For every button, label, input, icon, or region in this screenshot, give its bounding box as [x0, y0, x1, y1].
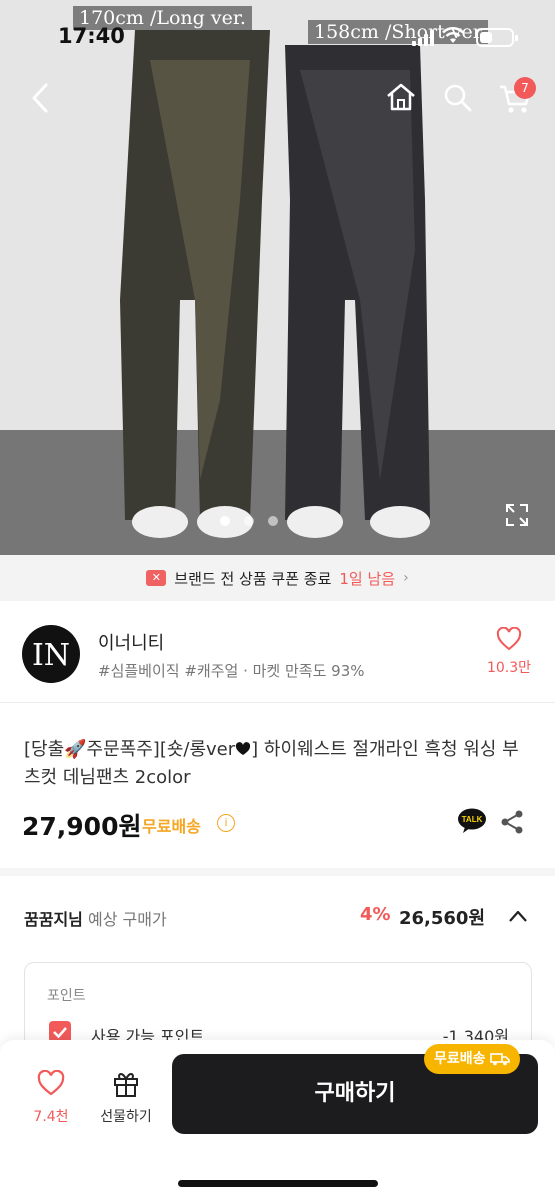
- points-title: 포인트: [47, 988, 86, 1004]
- brand-favorite-heart-icon[interactable]: [496, 626, 522, 651]
- coupon-remaining: 1일 남음: [339, 569, 396, 588]
- chevron-up-icon[interactable]: [508, 908, 528, 922]
- carousel-dot[interactable]: [268, 516, 278, 526]
- product-title: [당출🚀주문폭주][숏/롱ver] 하이웨스트 절개라인 흑청 워싱 부츠컷 데…: [24, 736, 534, 792]
- member-price: 26,560원: [399, 908, 486, 929]
- kakaotalk-icon[interactable]: TALK: [457, 808, 487, 834]
- like-count: 7.4천: [33, 1109, 69, 1125]
- free-shipping-label: 무료배송: [142, 817, 201, 836]
- expand-icon[interactable]: [504, 502, 530, 528]
- signal-icon: [412, 30, 436, 46]
- section-separator: [0, 868, 555, 876]
- svg-text:TALK: TALK: [462, 815, 483, 824]
- brand-tags: #심플베이직 #캐주얼 · 마켓 만족도 93%: [98, 662, 365, 680]
- status-bar: 17:40: [0, 0, 555, 72]
- product-title-part1: [당출🚀주문폭주][숏/롱ver: [24, 739, 236, 760]
- share-icon[interactable]: [500, 809, 524, 835]
- free-shipping-tag-label: 무료배송: [434, 1051, 486, 1067]
- member-discount: 4%: [360, 904, 391, 925]
- wifi-icon: [442, 27, 464, 50]
- status-time: 17:40: [58, 24, 125, 48]
- coupon-banner-text: 브랜드 전 상품 쿠폰 종료: [174, 569, 332, 588]
- chevron-right-icon: ›: [403, 570, 409, 586]
- product-price: 27,900원: [22, 812, 142, 841]
- carousel-dots[interactable]: [220, 516, 278, 526]
- member-price-label: 꿈꿈지님 예상 구매가: [24, 906, 167, 930]
- battery-icon: [476, 28, 518, 47]
- black-heart-icon: [236, 742, 251, 755]
- search-icon[interactable]: [442, 82, 474, 114]
- carousel-dot[interactable]: [244, 516, 254, 526]
- brand-logo[interactable]: IN: [22, 625, 80, 683]
- back-chevron-icon[interactable]: [26, 80, 56, 116]
- carousel-dot[interactable]: [220, 516, 230, 526]
- free-shipping-tag: 무료배송: [424, 1044, 520, 1074]
- brand-favorite-count: 10.3만: [486, 660, 532, 676]
- divider: [0, 702, 555, 703]
- info-icon[interactable]: i: [217, 814, 235, 832]
- truck-icon: [489, 1053, 510, 1066]
- gift-label: 선물하기: [100, 1109, 152, 1125]
- home-indicator: [178, 1180, 378, 1187]
- svg-text:IN: IN: [32, 638, 70, 673]
- gift-button[interactable]: 선물하기: [94, 1068, 158, 1126]
- brand-row[interactable]: IN 이너니티 #심플베이직 #캐주얼 · 마켓 만족도 93% 10.3만: [0, 601, 555, 701]
- cart-count-badge: 7: [514, 77, 536, 99]
- product-image-carousel[interactable]: 170cm /Long ver. 158cm /Short ver 17:40 …: [0, 0, 555, 555]
- heart-icon: [37, 1069, 65, 1096]
- like-button[interactable]: 7.4천: [28, 1069, 74, 1126]
- home-icon[interactable]: [384, 80, 418, 114]
- coupon-banner[interactable]: ✕ 브랜드 전 상품 쿠폰 종료 1일 남음 ›: [0, 555, 555, 601]
- coupon-ticket-icon: ✕: [146, 570, 167, 586]
- member-name: 꿈꿈지님: [24, 910, 83, 929]
- member-price-caption: 예상 구매가: [87, 910, 167, 929]
- gift-icon: [114, 1073, 138, 1097]
- brand-name[interactable]: 이너니티: [98, 629, 164, 655]
- bottom-action-bar: 7.4천 선물하기 구매하기 무료배송: [0, 1040, 555, 1200]
